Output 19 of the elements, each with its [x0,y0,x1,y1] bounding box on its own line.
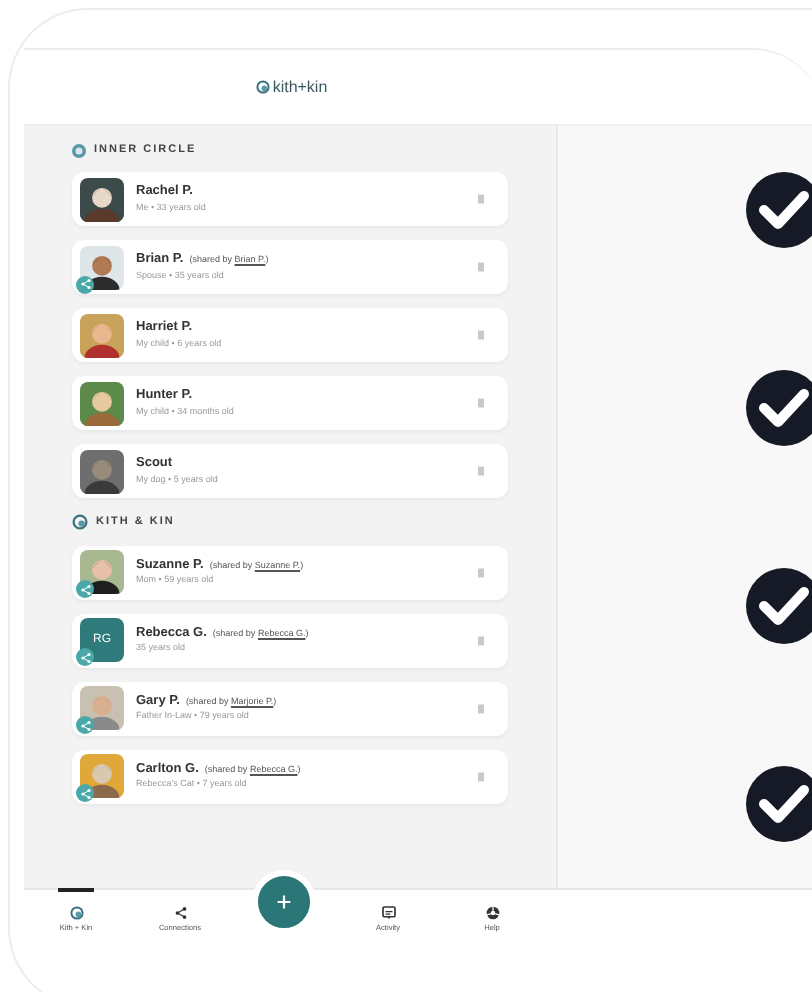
app-logo: kith+kin [272,75,328,99]
drag-handle-icon[interactable] [478,567,484,577]
share-icon [173,906,187,920]
kin-logo-icon [72,514,88,531]
kin-logo-icon [69,906,83,920]
activity-icon [381,906,395,920]
drag-handle-icon[interactable] [478,635,484,645]
drag-handle-icon[interactable] [478,262,484,273]
drag-handle-icon[interactable] [478,771,484,781]
plus-icon [276,894,292,910]
selected-indicator [58,888,94,892]
drag-handle-icon[interactable] [478,194,484,205]
drag-handle-icon[interactable] [478,703,484,713]
drag-handle-icon[interactable] [478,466,484,477]
kin-logo-icon [256,80,271,94]
drag-handle-icon[interactable] [478,398,484,409]
circle-icon [72,143,86,158]
drag-handle-icon[interactable] [478,330,484,341]
help-icon [485,906,499,920]
